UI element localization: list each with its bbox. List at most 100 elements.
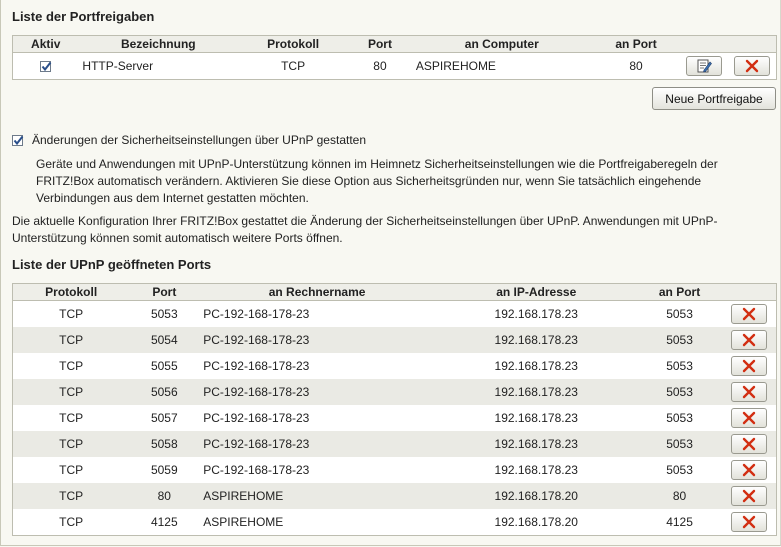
col-header-an-computer: an Computer bbox=[411, 35, 592, 53]
col-header-an-ip-adresse: an IP-Adresse bbox=[434, 283, 638, 301]
upnp-description: Geräte und Anwendungen mit UPnP-Unterstü… bbox=[36, 157, 718, 205]
port-forwarding-title: Liste der Portfreigaben bbox=[12, 9, 155, 24]
col-header-port: Port bbox=[129, 283, 200, 301]
row-to-port: 5053 bbox=[637, 327, 722, 353]
delete-button[interactable] bbox=[730, 460, 767, 480]
upnp-checkbox-label[interactable]: Änderungen der Sicherheitseinstellungen … bbox=[32, 133, 366, 147]
table-row: TCP 5059 PC-192-168-178-23 192.168.178.2… bbox=[13, 457, 777, 483]
col-header-delete bbox=[728, 35, 777, 53]
delete-icon bbox=[742, 385, 755, 399]
delete-cell bbox=[721, 301, 776, 328]
active-checkbox[interactable] bbox=[40, 61, 52, 73]
row-protocol: TCP bbox=[12, 379, 130, 405]
row-host: PC-192-168-178-23 bbox=[203, 307, 310, 321]
port-forwarding-header-row: Aktiv Bezeichnung Protokoll Port an Comp… bbox=[12, 35, 777, 53]
delete-cell bbox=[721, 327, 777, 353]
delete-icon bbox=[742, 515, 755, 529]
upnp-ports-title: Liste der UPnP geöffneten Ports bbox=[12, 257, 212, 272]
row-host: ASPIREHOME bbox=[199, 483, 435, 509]
upnp-header-row: Protokoll Port an Rechnername an IP-Adre… bbox=[12, 283, 777, 301]
row-to-port: 5053 bbox=[666, 411, 693, 425]
row-protocol: TCP bbox=[59, 307, 84, 321]
delete-cell bbox=[721, 379, 777, 405]
row-host: PC-192-168-178-23 bbox=[203, 463, 310, 477]
delete-button[interactable] bbox=[730, 434, 767, 454]
table-row: HTTP-Server TCP 80 ASPIREHOME 80 bbox=[13, 53, 777, 80]
table-row: TCP 5057 PC-192-168-178-23 192.168.178.2… bbox=[13, 405, 777, 431]
delete-button[interactable] bbox=[734, 56, 771, 76]
table-row: TCP 5058 PC-192-168-178-23 192.168.178.2… bbox=[12, 431, 777, 457]
delete-cell bbox=[721, 431, 777, 457]
delete-icon bbox=[742, 359, 755, 373]
delete-button[interactable] bbox=[730, 486, 767, 506]
row-to-port: 5053 bbox=[666, 359, 693, 373]
table-row: TCP 4125 ASPIREHOME 192.168.178.20 4125 bbox=[13, 509, 777, 536]
row-protocol: TCP bbox=[12, 327, 130, 353]
delete-cell bbox=[721, 405, 776, 431]
table-row: TCP 5056 PC-192-168-178-23 192.168.178.2… bbox=[12, 379, 777, 405]
row-protocol: TCP bbox=[281, 59, 306, 73]
col-header-an-port: an Port bbox=[637, 283, 722, 301]
delete-icon bbox=[742, 333, 755, 347]
edit-icon bbox=[697, 59, 713, 73]
delete-button[interactable] bbox=[730, 382, 767, 402]
row-to-port: 5053 bbox=[666, 307, 693, 321]
delete-button[interactable] bbox=[730, 408, 767, 428]
row-port: 5059 bbox=[150, 463, 178, 477]
delete-cell bbox=[721, 457, 776, 483]
row-ip: 192.168.178.23 bbox=[494, 307, 578, 321]
checkmark-icon bbox=[13, 135, 24, 145]
row-port: 5058 bbox=[129, 431, 200, 457]
row-port: 5053 bbox=[150, 307, 178, 321]
delete-button[interactable] bbox=[730, 512, 767, 532]
row-ip: 192.168.178.20 bbox=[494, 515, 578, 529]
row-host: PC-192-168-178-23 bbox=[199, 379, 435, 405]
row-protocol: TCP bbox=[59, 515, 84, 529]
row-port: 4125 bbox=[150, 515, 178, 529]
upnp-option: Änderungen der Sicherheitseinstellungen … bbox=[12, 133, 366, 147]
col-header-port: Port bbox=[348, 35, 412, 53]
row-to-port: 80 bbox=[637, 483, 722, 509]
port-forwarding-table: Aktiv Bezeichnung Protokoll Port an Comp… bbox=[12, 35, 777, 80]
row-ip: 192.168.178.23 bbox=[494, 411, 578, 425]
row-port: 5057 bbox=[150, 411, 178, 425]
delete-cell bbox=[721, 483, 777, 509]
upnp-checkbox[interactable] bbox=[12, 134, 24, 146]
upnp-status: Die aktuelle Konfiguration Ihrer FRITZ!B… bbox=[12, 214, 718, 245]
delete-button[interactable] bbox=[730, 304, 767, 324]
row-host: PC-192-168-178-23 bbox=[203, 359, 310, 373]
row-ip: 192.168.178.23 bbox=[434, 431, 638, 457]
col-header-bezeichnung: Bezeichnung bbox=[78, 35, 239, 53]
delete-icon bbox=[742, 411, 755, 425]
row-to-port: 4125 bbox=[666, 515, 693, 529]
delete-button[interactable] bbox=[730, 356, 767, 376]
row-protocol: TCP bbox=[59, 463, 84, 477]
row-host: PC-192-168-178-23 bbox=[203, 411, 310, 425]
col-header-protokoll: Protokoll bbox=[238, 35, 349, 53]
col-header-aktiv: Aktiv bbox=[12, 35, 79, 53]
delete-icon bbox=[746, 59, 759, 73]
edit-button[interactable] bbox=[686, 56, 723, 76]
row-to-port: 80 bbox=[629, 59, 643, 73]
row-protocol: TCP bbox=[12, 483, 130, 509]
row-protocol: TCP bbox=[59, 411, 84, 425]
delete-cell bbox=[721, 509, 776, 536]
row-ip: 192.168.178.20 bbox=[434, 483, 638, 509]
row-host: ASPIREHOME bbox=[203, 515, 284, 529]
col-header-an-rechnername: an Rechnername bbox=[199, 283, 435, 301]
row-ip: 192.168.178.23 bbox=[434, 379, 638, 405]
active-cell bbox=[13, 53, 79, 80]
row-computer: ASPIREHOME bbox=[415, 59, 496, 73]
new-port-forwarding-button[interactable]: Neue Portfreigabe bbox=[652, 87, 776, 110]
row-to-port: 5053 bbox=[637, 431, 722, 457]
row-host: PC-192-168-178-23 bbox=[199, 431, 435, 457]
delete-cell bbox=[721, 353, 776, 379]
row-protocol: TCP bbox=[59, 359, 84, 373]
row-protocol: TCP bbox=[12, 431, 130, 457]
row-to-port: 5053 bbox=[666, 463, 693, 477]
row-ip: 192.168.178.23 bbox=[494, 463, 578, 477]
delete-button[interactable] bbox=[730, 330, 767, 350]
row-host: PC-192-168-178-23 bbox=[199, 327, 435, 353]
delete-icon bbox=[742, 489, 755, 503]
col-header-edit bbox=[680, 35, 729, 53]
